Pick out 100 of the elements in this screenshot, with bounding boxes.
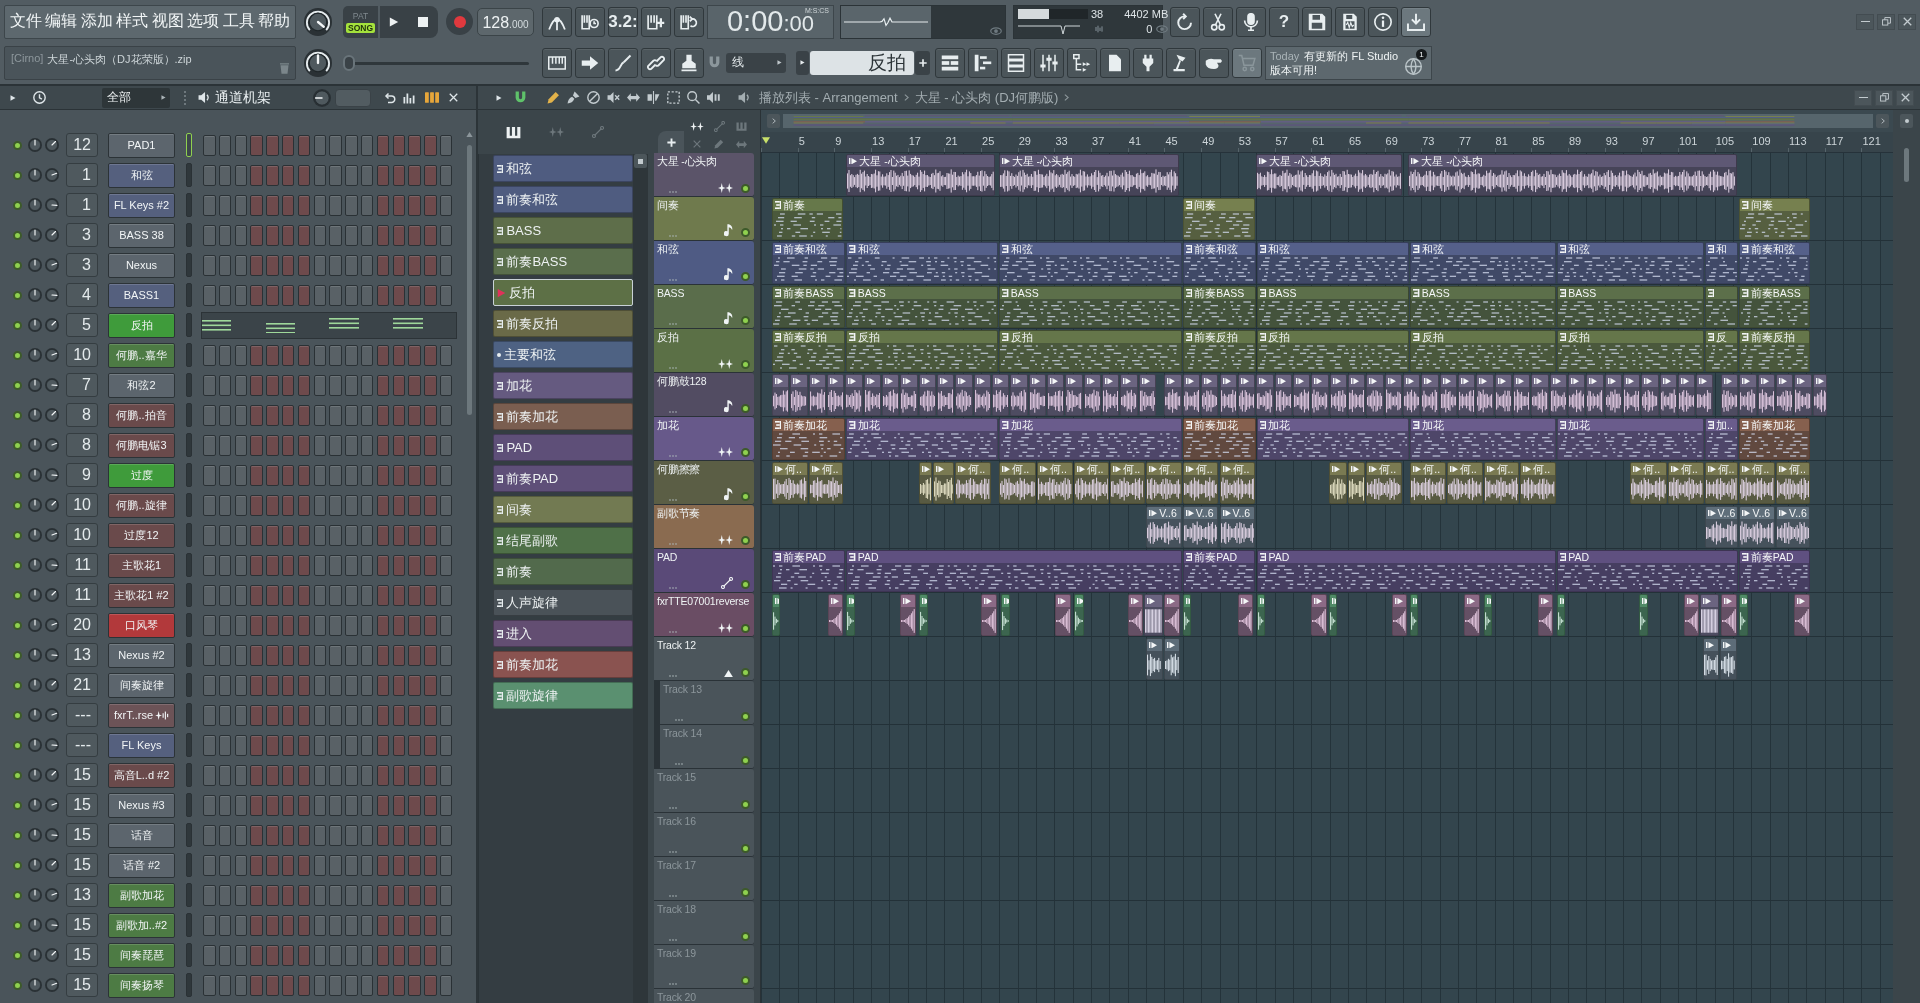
clip-label: V..6 <box>1195 507 1214 519</box>
clip-label: 反拍 <box>1010 331 1033 343</box>
clip-label: V..6 <box>1789 507 1807 519</box>
clip-label: 间奏 <box>1194 199 1217 211</box>
clip-label: 何.. <box>785 463 802 475</box>
clip-label: 加花 <box>1010 419 1033 431</box>
bar-number: 77 <box>1458 135 1472 147</box>
clip-label: 何.. <box>1789 463 1806 475</box>
clip-label: BASS <box>1568 287 1597 299</box>
tempo-decimals: .000 <box>509 18 529 30</box>
hint-text: 大星-心头肉（DJ花荣版）.zip <box>47 51 193 67</box>
clip-label: 加花 <box>1568 419 1591 431</box>
clip-label: 何.. <box>821 463 839 475</box>
clip-label: V..6 <box>1232 507 1251 519</box>
clip-label: 前奏PAD <box>783 551 827 563</box>
clip-label: 前奏PAD <box>1750 551 1794 563</box>
clip-label: 和弦 <box>1010 243 1033 255</box>
bar-number: 29 <box>1018 135 1031 147</box>
track-name: 间奏 <box>657 199 680 213</box>
clip-label: PAD <box>1568 551 1590 563</box>
clip-label: PAD <box>1268 551 1290 563</box>
track-name: 何鹏擦擦 <box>657 463 702 477</box>
clip-label: 大星 -心头肉 <box>859 155 921 167</box>
bar-number: 117 <box>1825 135 1844 147</box>
track-name: 副歌节奏 <box>657 507 702 521</box>
clip-label: BASS <box>857 287 886 299</box>
clip-label: 前奏反拍 <box>1194 331 1239 343</box>
clip-label: 大星 -心头肉 <box>1421 155 1483 167</box>
clip-label: 前奏和弦 <box>1750 243 1795 255</box>
bar-number: 97 <box>1642 135 1655 147</box>
clip-label: 反拍 <box>1568 331 1591 343</box>
clip-label: 间奏 <box>1750 199 1773 211</box>
clip-label: V..6 <box>1717 507 1736 519</box>
clip-label: 和弦 <box>1268 243 1291 255</box>
bar-number: 73 <box>1422 135 1435 147</box>
clip-label: 和弦 <box>1421 243 1444 255</box>
clip-label: 加.. <box>1715 419 1733 431</box>
pattern-name: 前奏和弦 <box>506 190 559 209</box>
pattern-name: 前奏加花 <box>506 407 559 426</box>
bar-number: 65 <box>1348 135 1362 147</box>
pattern-name: 间奏 <box>506 500 533 519</box>
pattern-name: 副歌旋律 <box>506 686 559 705</box>
bar-number: 25 <box>982 135 995 147</box>
clip-label: 前奏和弦 <box>783 243 828 255</box>
bar-number: 81 <box>1495 135 1508 147</box>
pattern-name: 结尾副歌 <box>506 531 559 550</box>
pattern-name: 前奏 <box>506 562 533 581</box>
notification-count: 1 <box>1416 48 1427 60</box>
bar-number: 5 <box>798 135 805 147</box>
bar-number: 105 <box>1715 135 1735 147</box>
clip-label: 何.. <box>1496 463 1514 475</box>
clip-label: 何.. <box>1717 463 1735 475</box>
pattern-name: 前奏加花 <box>506 655 559 674</box>
news-text: Today 有更新的 FL Studio 版本可用! <box>1270 48 1400 77</box>
bar-number: 33 <box>1055 135 1068 147</box>
bar-number: 41 <box>1128 135 1142 147</box>
track-name: Track 12 <box>657 639 697 651</box>
clip-label: 加花 <box>1268 419 1291 431</box>
clip-label: BASS <box>1010 287 1039 299</box>
clip-label: 何.. <box>1423 463 1441 475</box>
clip-label: 前奏 <box>783 199 806 211</box>
clip-label: 前奏BASS <box>1194 287 1245 299</box>
track-name: Track 19 <box>657 947 697 959</box>
clip-label: 反 <box>1715 331 1727 343</box>
pattern-name: 前奏BASS <box>506 252 568 271</box>
bar-number: 85 <box>1532 135 1545 147</box>
track-name: Track 17 <box>657 859 697 871</box>
clip-label: 和 <box>1715 243 1727 255</box>
track-name: Track 20 <box>657 991 697 1003</box>
clip-label: 前奏加花 <box>783 419 828 431</box>
clip-label: 何.. <box>1752 463 1770 475</box>
clip-label: 何.. <box>968 463 986 475</box>
clip-label: 何.. <box>1459 463 1477 475</box>
clip-label: 前奏加花 <box>1194 419 1239 431</box>
bar-number: 17 <box>908 135 921 147</box>
bar-number: 101 <box>1679 135 1698 147</box>
pattern-name: 进入 <box>506 624 533 643</box>
track-name: Track 13 <box>663 683 703 695</box>
clip-label: V..6 <box>1159 507 1177 519</box>
bar-number: 21 <box>945 135 958 147</box>
clip-label: 反拍 <box>1268 331 1291 343</box>
pattern-name: 加花 <box>506 376 533 395</box>
clip-label: 前奏PAD <box>1194 551 1237 563</box>
track-name: fxrTTE07001reverse <box>657 595 750 607</box>
bar-number: 121 <box>1862 135 1881 147</box>
track-name: 和弦 <box>657 243 680 257</box>
track-name: 加花 <box>657 419 680 433</box>
track-name: BASS <box>657 287 686 299</box>
clip-label: 何.. <box>1232 463 1250 475</box>
track-name: PAD <box>657 551 679 563</box>
bar-number: 45 <box>1165 135 1178 147</box>
clip-label: 前奏加花 <box>1750 419 1795 431</box>
panel-title: 播放列表 - Arrangement <box>759 88 898 107</box>
time-value: 0:00 <box>726 5 784 37</box>
clip-label: 何.. <box>1086 463 1104 475</box>
panel-title: 通道机架 <box>215 88 271 107</box>
hint-tag: [Cirno] <box>11 51 44 64</box>
clip-label: 前奏BASS <box>783 287 834 299</box>
clip-label: 何.. <box>1379 463 1397 475</box>
pattern-name: 主要和弦 <box>504 345 556 364</box>
